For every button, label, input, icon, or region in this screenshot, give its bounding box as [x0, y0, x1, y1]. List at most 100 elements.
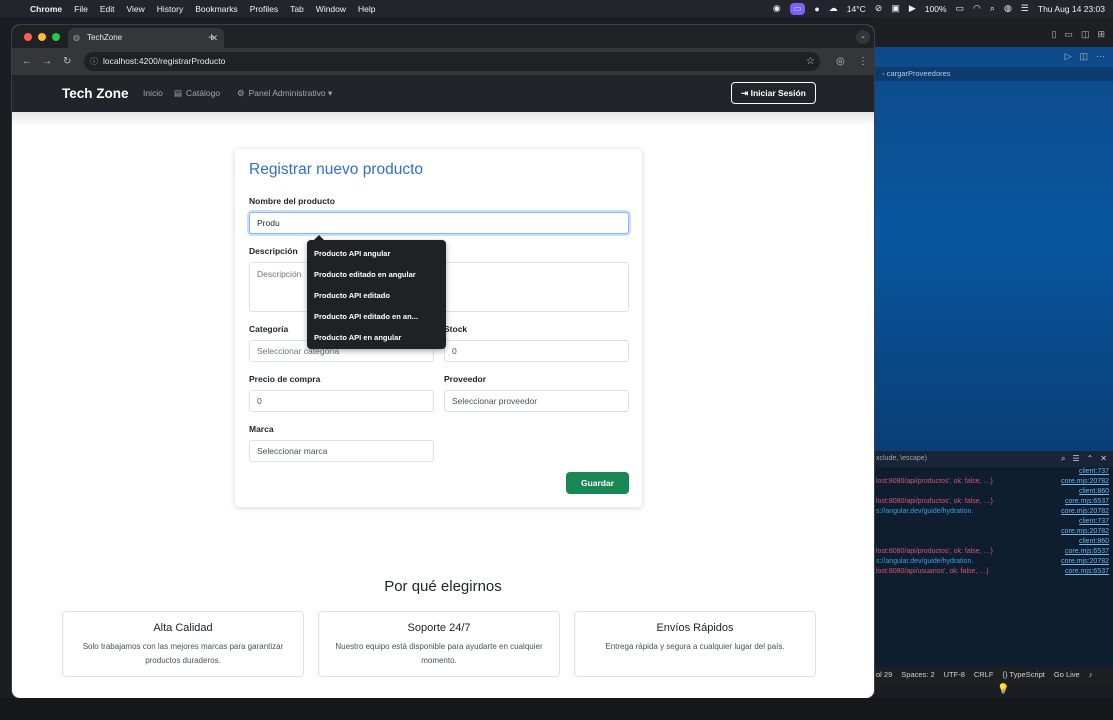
status-spaces[interactable]: Spaces: 2	[901, 670, 934, 679]
menu-file[interactable]: File	[74, 4, 88, 14]
console-source-link[interactable]: core.mjs:20782	[1061, 527, 1109, 537]
brand-select[interactable]: Seleccionar marca	[249, 440, 434, 462]
layout-split-icon[interactable]: ◫	[1081, 29, 1090, 40]
run-icon[interactable]: ▷	[1065, 51, 1072, 62]
address-bar[interactable]: ⓘ localhost:4200/registrarProducto ☆	[84, 52, 820, 71]
autocomplete-option[interactable]: Producto API editado en an...	[307, 306, 446, 327]
close-icon[interactable]: ✕	[1100, 451, 1107, 467]
menu-history[interactable]: History	[157, 4, 183, 14]
site-navbar: Tech Zone Inicio ▤ Catálogo ⚙ Panel Admini…	[12, 75, 874, 112]
editor-breadcrumb[interactable]: ◦ cargarProveedores	[874, 67, 1113, 81]
purchase-price-input[interactable]: 0	[249, 390, 434, 412]
nav-admin-dropdown[interactable]: ⚙ Panel Administrativo ▾	[237, 75, 332, 112]
console-log-line: client:737	[874, 517, 1113, 527]
lightbulb-icon[interactable]: 💡	[997, 684, 1009, 695]
spotify-icon[interactable]: ●	[814, 4, 819, 14]
console-source-link[interactable]: client:860	[1079, 537, 1109, 547]
console-source-link[interactable]: client:737	[1079, 517, 1109, 527]
weather-temp[interactable]: 14°C	[847, 4, 866, 14]
stock-input[interactable]: 0	[444, 340, 629, 362]
autocomplete-option[interactable]: Producto API angular	[307, 243, 446, 264]
bell-icon[interactable]: ♪	[1089, 670, 1093, 679]
site-brand[interactable]: Tech Zone	[62, 75, 129, 112]
new-tab-icon[interactable]: +	[208, 27, 215, 47]
status-go-live[interactable]: Go Live	[1054, 670, 1080, 679]
product-name-input[interactable]: Produ	[249, 212, 629, 234]
menu-extras: ◉ ▭ ● ☁ 14°C ⊘ ▣ ▶ 100% ▭ ◠ ⌕ ◍ ☰ Thu Au…	[773, 0, 1105, 17]
console-source-link[interactable]: core.mjs:20782	[1061, 507, 1109, 517]
console-source-link[interactable]: core.mjs:6537	[1065, 547, 1109, 557]
login-button[interactable]: ⇥ Iniciar Sesión	[731, 82, 816, 104]
search-icon[interactable]: ⌕	[990, 3, 995, 14]
link-icon[interactable]: ⊘	[875, 3, 883, 14]
screen-record-icon[interactable]: ◉	[773, 3, 781, 14]
menu-window[interactable]: Window	[316, 4, 346, 14]
nav-home[interactable]: Inicio	[143, 75, 163, 112]
split-editor-icon[interactable]: ◫	[1079, 51, 1088, 62]
status-line[interactable]: ol 29	[876, 670, 892, 679]
profile-icon[interactable]: ◎	[836, 48, 845, 75]
console-source-link[interactable]: client:737	[1079, 467, 1109, 477]
editor-area[interactable]	[874, 47, 1113, 467]
autocomplete-option[interactable]: Producto API en angular	[307, 327, 446, 348]
menu-app-chrome[interactable]: Chrome	[30, 4, 62, 14]
forward-icon[interactable]: →	[42, 48, 52, 75]
menu-profiles[interactable]: Profiles	[250, 4, 278, 14]
menu-bookmarks[interactable]: Bookmarks	[195, 4, 238, 14]
feature-card-quality: Alta Calidad Solo trabajamos con las mej…	[62, 611, 304, 677]
console-source-link[interactable]: core.mjs:6537	[1065, 497, 1109, 507]
site-info-icon[interactable]: ⓘ	[90, 52, 98, 71]
status-encoding[interactable]: UTF-8	[944, 670, 965, 679]
vscode-layout-controls: ▯ ▭ ◫ ⊞	[1051, 29, 1105, 40]
reload-icon[interactable]: ↻	[63, 48, 71, 75]
layout-sidebar-icon[interactable]: ▯	[1051, 29, 1056, 40]
siri-icon[interactable]: ◍	[1004, 3, 1012, 14]
console-source-link[interactable]: core.mjs:6537	[1065, 567, 1109, 577]
list-icon[interactable]: ☰	[1072, 451, 1079, 467]
book-icon: ▤	[174, 88, 183, 98]
status-eol[interactable]: CRLF	[974, 670, 994, 679]
console-source-link[interactable]: core.mjs:20782	[1061, 557, 1109, 567]
layout-panel-icon[interactable]: ▭	[1064, 29, 1073, 40]
vscode-window: ▯ ▭ ◫ ⊞ ▷ ◫ ⋯ ◦ cargarProveedores xclude…	[874, 17, 1113, 685]
battery-percent[interactable]: 100%	[925, 4, 947, 14]
status-language[interactable]: {} TypeScript	[1002, 670, 1044, 679]
layout-grid-icon[interactable]: ⊞	[1097, 29, 1105, 40]
close-window-icon[interactable]	[24, 33, 32, 41]
autocomplete-option[interactable]: Producto editado en angular	[307, 264, 446, 285]
console-filter[interactable]: xclude, \escape) ⌕ ☰ ⌃ ✕	[874, 451, 1113, 467]
menu-view[interactable]: View	[126, 4, 144, 14]
battery-icon[interactable]: ▭	[956, 3, 965, 14]
console-source-link[interactable]: core.mjs:20782	[1061, 477, 1109, 487]
tab-search-icon[interactable]: ⌄	[856, 30, 870, 44]
control-center-icon[interactable]: ☰	[1021, 3, 1029, 14]
tab-techzone[interactable]: ◍ TechZone ✕	[68, 28, 224, 48]
autocomplete-option[interactable]: Producto API editado	[307, 285, 446, 306]
recording-pill-icon[interactable]: ▭	[789, 2, 806, 15]
play-icon[interactable]: ▶	[909, 3, 916, 14]
wifi-icon[interactable]: ◠	[973, 3, 981, 14]
zoom-window-icon[interactable]	[52, 33, 60, 41]
back-icon[interactable]: ←	[22, 48, 32, 75]
weather-icon[interactable]: ☁	[829, 3, 838, 14]
more-actions-icon[interactable]: ⋯	[1096, 51, 1105, 62]
devtools-console: xclude, \escape) ⌕ ☰ ⌃ ✕ client:737 lost:…	[874, 451, 1113, 669]
clock[interactable]: Thu Aug 14 23:03	[1038, 4, 1105, 14]
menu-help[interactable]: Help	[358, 4, 375, 14]
menu-tab[interactable]: Tab	[290, 4, 304, 14]
nav-catalog[interactable]: ▤ Catálogo	[174, 75, 220, 112]
bookmark-star-icon[interactable]: ☆	[806, 52, 815, 71]
desktop-bottom-strip	[0, 698, 1113, 720]
menu-edit[interactable]: Edit	[100, 4, 115, 14]
save-button[interactable]: Guardar	[566, 472, 629, 494]
category-label: Categoría	[249, 324, 289, 334]
console-log-line: client:860	[874, 487, 1113, 497]
search-icon[interactable]: ⌕	[1061, 451, 1065, 467]
minimize-window-icon[interactable]	[38, 33, 46, 41]
chrome-menu-icon[interactable]: ⋮	[858, 48, 868, 75]
display-icon[interactable]: ▣	[891, 3, 900, 14]
console-source-link[interactable]: client:860	[1079, 487, 1109, 497]
chevron-up-icon[interactable]: ⌃	[1087, 451, 1094, 467]
nav-admin-label: Panel Administrativo	[248, 88, 326, 98]
supplier-select[interactable]: Seleccionar proveedor	[444, 390, 629, 412]
